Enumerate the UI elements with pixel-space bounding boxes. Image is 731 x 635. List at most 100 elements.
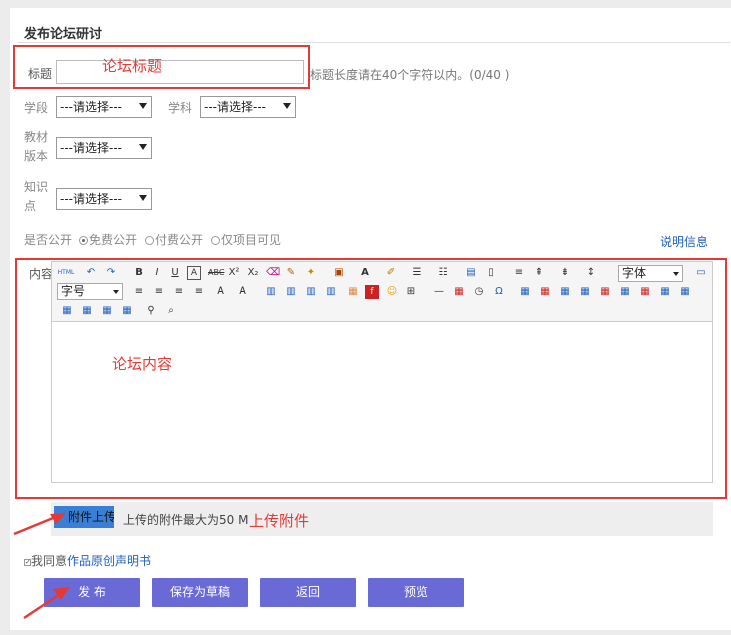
info-link[interactable]: 说明信息 [660,233,708,250]
insert-para-before-table-icon[interactable]: ▦ [558,285,572,299]
upload-annotation-text: 上传附件 [249,512,310,530]
image-none-icon[interactable]: ▥ [284,285,298,299]
preview-button[interactable]: 预览 [368,578,464,607]
row-spacing-bottom-icon[interactable]: ⇟ [558,266,572,280]
editor-toolbar: HTML ↶ ↷ B I U A ABC X² X₂ ⌫ ✎ ✦ ▣ A ✐ ☰… [52,262,712,322]
ordered-list-icon[interactable]: ☰ [410,266,424,280]
map-icon[interactable]: ⊞ [404,285,418,299]
flash-icon[interactable]: f [365,285,379,299]
emotion-icon[interactable]: ☺ [385,285,399,299]
subject-select[interactable]: ---请选择--- [200,96,296,118]
paragraph-icon[interactable]: ≡ [512,266,526,280]
align-center-icon[interactable]: ≡ [152,285,166,299]
italic-icon[interactable]: I [150,266,164,280]
chevron-down-icon [139,195,147,201]
insert-table-icon[interactable]: ▦ [518,285,532,299]
subject-label: 学科 [168,101,193,115]
subject-select-value: ---请选择--- [204,100,266,114]
title-input[interactable] [56,60,304,84]
align-justify-icon[interactable]: ≡ [192,285,206,299]
special-char-icon[interactable]: Ω [492,285,506,299]
font-family-select[interactable]: 字体 [618,265,683,282]
font-border-icon[interactable]: A [187,266,201,280]
agree-prefix: 我同意 [31,554,68,568]
align-left-icon[interactable]: ≡ [132,285,146,299]
fullscreen-icon[interactable]: ▭ [694,266,708,280]
direction-ltr-icon[interactable]: Ꭺ [214,285,228,299]
agree-checkbox[interactable]: ✓ [24,559,31,566]
radio-paid[interactable] [145,236,154,245]
select-all-icon[interactable]: ▤ [464,266,478,280]
align-right-icon[interactable]: ≡ [172,285,186,299]
chevron-down-icon [113,290,119,294]
highlight-icon[interactable]: ✐ [384,266,398,280]
title-divider [18,42,730,43]
preview-icon[interactable]: ⌕ [164,304,178,318]
image-left-icon[interactable]: ▥ [304,285,318,299]
date-icon[interactable]: ▦ [452,285,466,299]
undo-icon[interactable]: ↶ [84,266,98,280]
html-source-icon[interactable]: HTML [57,266,75,280]
radio-paid-option[interactable]: 付费公开 [145,231,203,248]
textbook-select[interactable]: ---请选择--- [56,137,152,159]
font-color-icon[interactable]: A [358,266,372,280]
publish-annotation-arrow-icon [23,587,70,620]
auto-format-icon[interactable]: ✦ [304,266,318,280]
merge-right-icon[interactable]: ▦ [678,285,692,299]
subscript-icon[interactable]: X₂ [246,266,260,280]
superscript-icon[interactable]: X² [227,266,241,280]
save-draft-button[interactable]: 保存为草稿 [152,578,248,607]
paste-plain-icon[interactable]: ▣ [332,266,346,280]
clear-doc-icon[interactable]: ▯ [484,266,498,280]
font-size-select[interactable]: 字号 [57,283,123,300]
format-brush-icon[interactable]: ✎ [284,266,298,280]
delete-table-icon[interactable]: ▦ [538,285,552,299]
originality-statement-link[interactable]: 作品原创声明书 [67,554,151,568]
find-replace-icon[interactable]: ⚲ [144,304,158,318]
insert-col-icon[interactable]: ▦ [618,285,632,299]
delete-row-icon[interactable]: ▦ [598,285,612,299]
knowledge-select-value: ---请选择--- [60,192,122,206]
merge-down-icon[interactable]: ▦ [60,304,74,318]
back-button[interactable]: 返回 [260,578,356,607]
upload-hint: 上传的附件最大为50 M [123,513,249,527]
content-annotation-text: 论坛内容 [112,355,173,373]
eraser-icon[interactable]: ⌫ [266,266,280,280]
image-center-icon[interactable]: ▥ [324,285,338,299]
direction-rtl-icon[interactable]: Ꭺ [236,285,250,299]
split-cells-icon[interactable]: ▦ [80,304,94,318]
textbook-select-value: ---请选择--- [60,141,122,155]
split-rows-icon[interactable]: ▦ [100,304,114,318]
horizontal-rule-icon[interactable]: — [432,285,446,299]
knowledge-select[interactable]: ---请选择--- [56,188,152,210]
delete-col-icon[interactable]: ▦ [638,285,652,299]
rich-text-editor[interactable]: HTML ↶ ↷ B I U A ABC X² X₂ ⌫ ✎ ✦ ▣ A ✐ ☰… [51,261,713,483]
underline-icon[interactable]: U [168,266,182,280]
radio-free[interactable] [79,236,88,245]
strikethrough-icon[interactable]: ABC [208,266,224,280]
row-spacing-top-icon[interactable]: ⇞ [532,266,546,280]
stage-label: 学段 [24,101,49,115]
merge-cells-icon[interactable]: ▦ [658,285,672,299]
radio-project-option[interactable]: 仅项目可见 [211,231,281,248]
redo-icon[interactable]: ↷ [104,266,118,280]
upload-annotation-arrow-icon [13,513,66,536]
radio-free-option[interactable]: 免费公开 [79,231,137,248]
chevron-down-icon [283,103,291,109]
insert-row-icon[interactable]: ▦ [578,285,592,299]
public-label: 是否公开 [24,233,73,247]
insert-image-icon[interactable]: ▦ [346,285,360,299]
radio-project[interactable] [211,236,220,245]
bold-icon[interactable]: B [132,266,146,280]
knowledge-label: 知识 点 [24,180,49,213]
unordered-list-icon[interactable]: ☷ [436,266,450,280]
content-label: 内容 [29,267,54,281]
chevron-down-icon [673,272,679,276]
line-height-icon[interactable]: ↕ [584,266,598,280]
title-annotation-text: 论坛标题 [102,57,163,75]
time-icon[interactable]: ◷ [472,285,486,299]
split-cols-icon[interactable]: ▦ [120,304,134,318]
chevron-down-icon [139,144,147,150]
indent-icon[interactable]: ▥ [264,285,278,299]
stage-select[interactable]: ---请选择--- [56,96,152,118]
